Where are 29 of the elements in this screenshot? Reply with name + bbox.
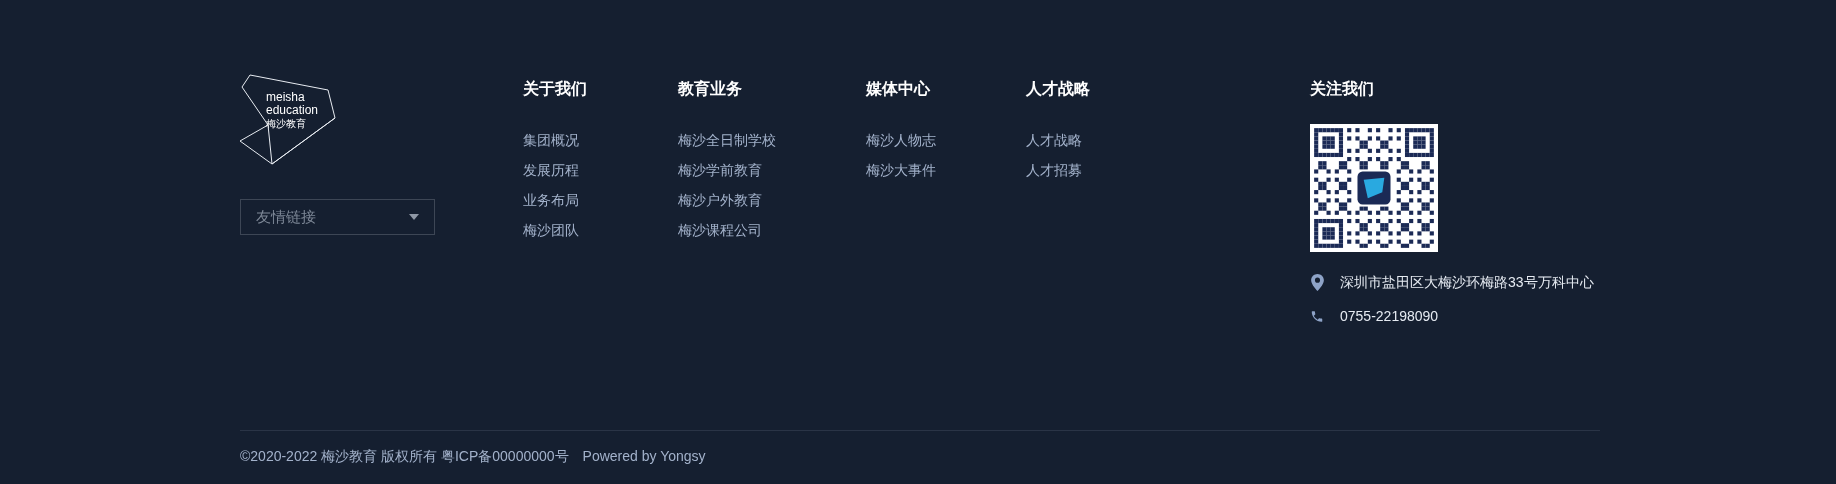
footer-link[interactable]: 梅沙课程公司 [678,215,762,245]
friend-links-dropdown[interactable]: 友情链接 [240,199,435,235]
location-pin-icon [1310,273,1324,291]
phone-number: 0755-22198090 [1340,306,1439,326]
footer-link[interactable]: 集团概况 [523,125,579,155]
column-heading: 关注我们 [1310,79,1374,99]
address-text: 深圳市盐田区大梅沙环梅路33号万科中心 [1340,272,1594,292]
phone-icon [1310,308,1324,324]
column-heading: 媒体中心 [866,79,931,99]
footer-link[interactable]: 梅沙大事件 [866,155,936,185]
footer-link[interactable]: 梅沙学前教育 [678,155,762,185]
footer-link[interactable]: 人才战略 [1026,125,1082,155]
powered-by-text: Powered by Yongsy [582,447,706,466]
footer-link[interactable]: 发展历程 [523,155,579,185]
copyright-text: ©2020-2022 梅沙教育 版权所有 粤ICP备00000000号 [240,447,569,466]
footer-link[interactable]: 人才招募 [1026,155,1082,185]
logo[interactable]: meisha education 梅沙教育 [240,73,340,165]
footer-link[interactable]: 业务布局 [523,185,579,215]
footer-link[interactable]: 梅沙全日制学校 [678,125,776,155]
footer-link[interactable]: 梅沙户外教育 [678,185,762,215]
caret-down-icon [409,214,419,220]
column-heading: 关于我们 [523,79,588,99]
logo-text: education [266,104,319,117]
logo-text: meisha [266,91,306,104]
footer-link[interactable]: 梅沙团队 [523,215,579,245]
footer-link[interactable]: 梅沙人物志 [866,125,936,155]
logo-text: 梅沙教育 [266,117,307,130]
column-heading: 人才战略 [1026,79,1091,99]
column-heading: 教育业务 [678,79,743,99]
